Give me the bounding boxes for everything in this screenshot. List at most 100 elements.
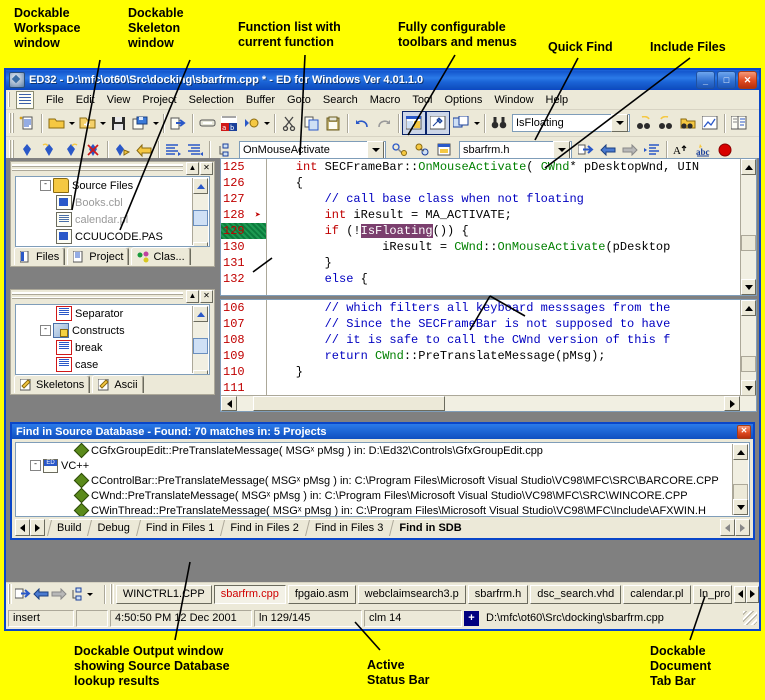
list-item[interactable]: CGfxGroupEdit::PreTranslateMessage( MSGˣ… [16, 443, 749, 459]
redo-icon[interactable] [373, 112, 395, 134]
open-project-dropdown-icon[interactable] [98, 112, 107, 134]
include-files-dropdown[interactable]: sbarfrm.h [459, 141, 572, 159]
doc-tab-calendar-pl[interactable]: calendar.pl [623, 584, 691, 604]
scroll-up-button[interactable] [193, 178, 208, 194]
tab-debug[interactable]: Debug [89, 519, 138, 536]
drag-grip[interactable] [12, 291, 183, 301]
skeleton-autohide-button[interactable]: ▲ [186, 289, 199, 303]
quick-find-dropdown-icon[interactable] [611, 114, 628, 132]
hscroll-thumb[interactable] [253, 396, 445, 411]
copy-icon[interactable] [300, 112, 322, 134]
code-line[interactable]: else { [267, 271, 740, 287]
function-list-dropdown[interactable]: OnMouseActivate [239, 141, 386, 159]
tab-class[interactable]: Clas... [131, 247, 191, 265]
print-icon[interactable] [196, 112, 218, 134]
open-project-icon[interactable] [76, 112, 98, 134]
tree-item-case[interactable]: case [16, 356, 209, 373]
tree-item-separator[interactable]: Separator [16, 305, 209, 322]
status-insert-mode[interactable]: insert [8, 609, 74, 627]
tab-ascii[interactable]: Ascii [92, 375, 144, 393]
menu-item-window[interactable]: Window [488, 92, 539, 108]
function-list-dropdown-icon[interactable] [367, 141, 384, 159]
doctabs-grip-2[interactable] [109, 584, 114, 604]
menu-grip[interactable] [8, 92, 12, 107]
code-line[interactable]: int iResult = MA_ACTIVATE; [267, 207, 740, 223]
code-line[interactable] [267, 380, 740, 396]
scroll-thumb[interactable] [741, 356, 756, 372]
notes-icon[interactable] [728, 112, 750, 134]
output-close-button[interactable]: ✕ [737, 424, 751, 439]
code-line[interactable]: if (!IsFloating()) { [267, 223, 740, 239]
list-item-project[interactable]: - VC++ [16, 458, 749, 473]
menu-item-search[interactable]: Search [317, 92, 364, 108]
save-all-dropdown-icon[interactable] [151, 112, 160, 134]
workspace-autohide-button[interactable]: ▲ [186, 161, 199, 175]
back-icon[interactable] [32, 583, 50, 605]
skeleton-vertical-scrollbar[interactable] [192, 306, 208, 374]
doc-tab-winctrl1[interactable]: WINCTRL1.CPP [115, 584, 212, 604]
windows-dropdown-icon[interactable] [472, 112, 481, 134]
menu-item-edit[interactable]: Edit [70, 92, 101, 108]
tree-item-source-files[interactable]: - Source Files [16, 177, 209, 194]
forward-icon[interactable] [50, 583, 68, 605]
menu-item-macro[interactable]: Macro [364, 92, 407, 108]
open-file-icon[interactable] [45, 112, 67, 134]
title-bar[interactable]: ED32 - D:\mfc\ot60\Src\docking\sbarfrm.c… [6, 70, 759, 90]
close-button[interactable]: ✕ [738, 71, 757, 89]
output-window-caption[interactable]: Find in Source Database - Found: 70 matc… [12, 424, 753, 439]
doc-tab-ln-pro[interactable]: ln_pro [692, 584, 732, 604]
resize-grip[interactable] [743, 611, 757, 625]
workspace-caption[interactable]: ▲ ✕ [11, 161, 214, 175]
code-line[interactable]: iResult = CWnd::OnMouseActivate(pDesktop [267, 239, 740, 255]
scroll-down-button[interactable] [733, 499, 748, 515]
scroll-thumb[interactable] [193, 210, 208, 226]
list-item[interactable]: CControlBar::PreTranslateMessage( MSGˣ p… [16, 472, 749, 489]
menu-item-tool[interactable]: Tool [406, 92, 438, 108]
maximize-button[interactable]: □ [717, 71, 736, 89]
find-prev-icon[interactable] [655, 112, 677, 134]
menu-item-help[interactable]: Help [540, 92, 575, 108]
binoculars-icon[interactable] [488, 112, 510, 134]
editor-top-vertical-scrollbar[interactable] [740, 159, 756, 295]
skeleton-caption[interactable]: ▲ ✕ [11, 289, 214, 303]
scroll-down-button[interactable] [741, 380, 756, 396]
output-scroll-left-end[interactable] [720, 519, 735, 536]
tab-project[interactable]: Project [67, 247, 130, 265]
expander-icon[interactable]: - [30, 460, 41, 471]
tree-item-ccuucode-pas[interactable]: CCUUCODE.PAS [16, 228, 209, 245]
scroll-thumb[interactable] [733, 484, 748, 500]
doc-tab-sbarfrm-cpp[interactable]: sbarfrm.cpp [213, 584, 286, 604]
scroll-left-button[interactable] [221, 396, 237, 411]
output-tabs-scroll-left[interactable] [15, 519, 30, 536]
tile-icon[interactable] [68, 583, 86, 605]
windows-icon[interactable] [450, 112, 472, 134]
new-file-icon[interactable] [16, 112, 38, 134]
skeleton-close-button[interactable]: ✕ [200, 289, 213, 303]
bookmark-dropdown-icon[interactable] [262, 112, 271, 134]
editor-bottom-vertical-scrollbar[interactable] [740, 300, 756, 396]
tree-item-constructs[interactable]: - Constructs [16, 322, 209, 339]
scroll-up-button[interactable] [733, 444, 748, 460]
tile-dropdown-icon[interactable] [86, 583, 93, 605]
code-line[interactable]: // Since the SECFrameBar is not supposed… [267, 316, 740, 332]
find-replace-icon[interactable]: ab [218, 112, 240, 134]
scroll-up-button[interactable] [741, 300, 756, 316]
output-tabs-scroll-right[interactable] [30, 519, 45, 536]
doctabs-grip[interactable] [8, 584, 13, 604]
scroll-right-button[interactable] [724, 396, 740, 411]
code-line[interactable]: } [267, 255, 740, 271]
cut-icon[interactable] [278, 112, 300, 134]
workspace-icon[interactable] [402, 111, 426, 135]
tab-find-in-files-1[interactable]: Find in Files 1 [137, 519, 223, 536]
tree-item-calendar-pl[interactable]: calendar.pl [16, 211, 209, 228]
menu-item-options[interactable]: Options [439, 92, 489, 108]
menu-item-project[interactable]: Project [136, 92, 182, 108]
expander-icon[interactable]: - [40, 180, 51, 191]
tab-files[interactable]: Files [14, 247, 66, 265]
tab-skeletons[interactable]: Skeletons [14, 375, 91, 393]
code-line[interactable]: // it is safe to call the CWnd version o… [267, 332, 740, 348]
menu-item-view[interactable]: View [101, 92, 137, 108]
toolbar-grip[interactable] [9, 140, 14, 160]
code-line[interactable]: { [267, 175, 740, 191]
quick-find-input[interactable]: IsFloating [512, 114, 630, 132]
